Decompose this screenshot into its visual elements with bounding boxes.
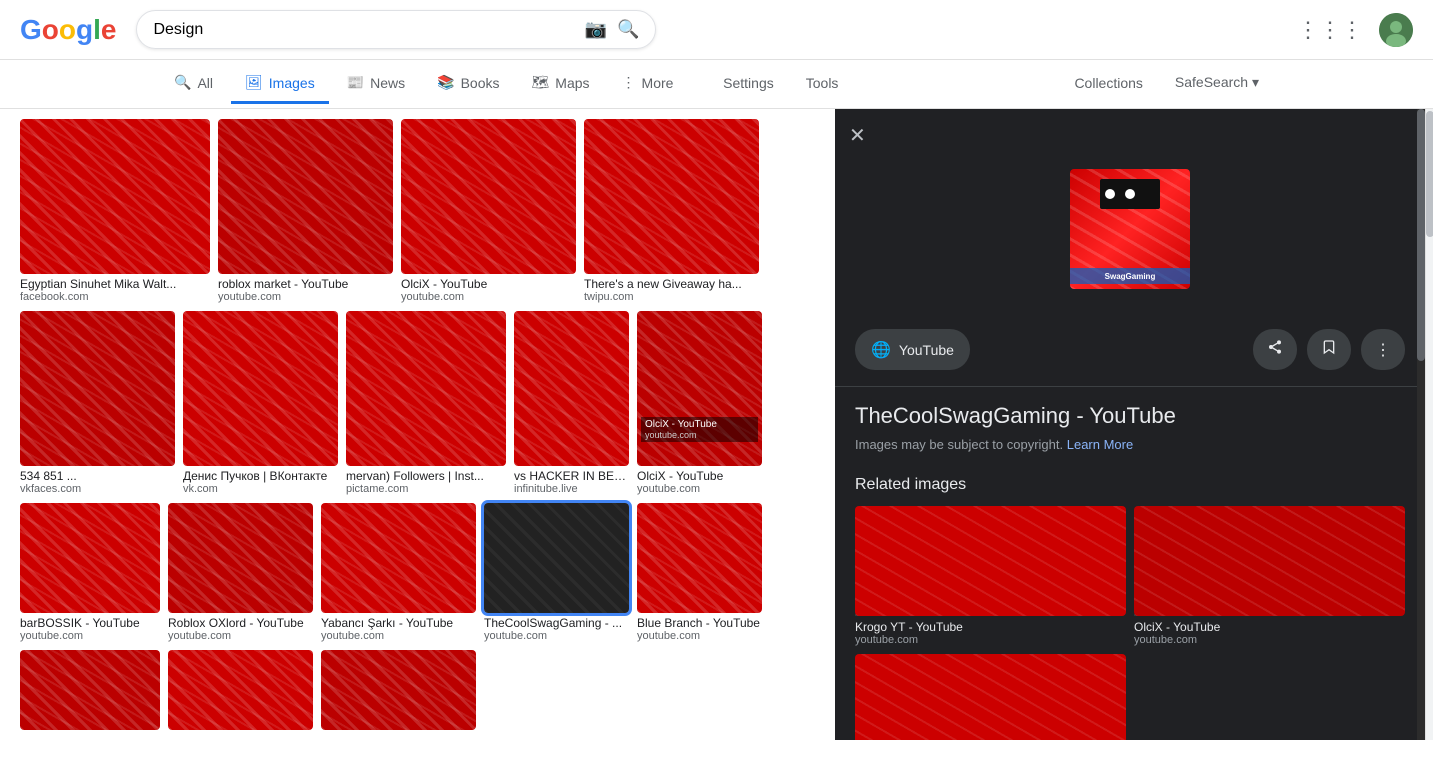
news-nav-icon: 📰: [347, 74, 364, 91]
logo-g2: g: [76, 14, 93, 45]
header-right: ⋮⋮⋮: [1297, 13, 1413, 47]
nav-bar: 🔍 All 🖼 Images 📰 News 📚 Books 🗺 Maps ⋮ M…: [0, 60, 1433, 109]
maps-nav-icon: 🗺: [532, 74, 550, 91]
grid-item[interactable]: vs HACKER IN BEE SW... infinitube.live: [514, 311, 629, 495]
more-nav-icon: ⋮: [622, 74, 636, 91]
related-source: youtube.com: [855, 634, 1126, 646]
search-icon[interactable]: 🔍: [617, 19, 639, 40]
related-item[interactable]: OlciX - YouTube youtube.com: [1134, 506, 1405, 646]
nav-item-all[interactable]: 🔍 All: [160, 64, 227, 104]
panel-actions: 🌐 YouTube ⋮: [835, 329, 1425, 387]
related-caption: Krogo YT - YouTube: [855, 620, 1126, 634]
grid-item[interactable]: Roblox OXlord - YouTube youtube.com: [168, 503, 313, 642]
nav-collections[interactable]: Collections: [1060, 64, 1156, 104]
logo-l: l: [93, 14, 101, 45]
grid-item[interactable]: [20, 650, 160, 730]
grid-item[interactable]: 534 851 ... vkfaces.com: [20, 311, 175, 495]
globe-icon: 🌐: [871, 340, 891, 360]
grid-item[interactable]: Egyptian Sinuhet Mika Walt... facebook.c…: [20, 119, 210, 303]
learn-more-link[interactable]: Learn More: [1067, 437, 1133, 452]
page-scrollbar[interactable]: [1425, 109, 1433, 740]
scrollbar-thumb[interactable]: [1417, 109, 1425, 361]
image-grid: Egyptian Sinuhet Mika Walt... facebook.c…: [0, 109, 835, 740]
related-grid: Krogo YT - YouTube youtube.com OlciX - Y…: [835, 506, 1425, 740]
nav-item-images[interactable]: 🖼 Images: [231, 64, 329, 104]
logo-o2: o: [59, 14, 76, 45]
grid-item[interactable]: [168, 650, 313, 730]
related-label: Related images: [835, 468, 1425, 506]
nav-item-news[interactable]: 📰 News: [333, 64, 419, 104]
related-image: [1134, 506, 1405, 616]
related-image: [855, 506, 1126, 616]
logo-g: G: [20, 14, 42, 45]
related-item[interactable]: Денис Пучков | ВКонтакте: [855, 654, 1126, 740]
books-nav-icon: 📚: [437, 74, 454, 91]
grid-item[interactable]: barBOSSIK - YouTube youtube.com: [20, 503, 160, 642]
nav-tools[interactable]: Tools: [792, 64, 853, 104]
related-caption: OlciX - YouTube: [1134, 620, 1405, 634]
google-logo[interactable]: Google: [20, 14, 116, 46]
panel-title: TheCoolSwagGaming - YouTube: [835, 387, 1425, 433]
nav-settings[interactable]: Settings: [709, 64, 788, 104]
main-content: Egyptian Sinuhet Mika Walt... facebook.c…: [0, 109, 1433, 740]
nav-item-books[interactable]: 📚 Books: [423, 64, 513, 104]
logo-e: e: [101, 14, 117, 45]
grid-item[interactable]: Yabancı Şarkı - YouTube youtube.com: [321, 503, 476, 642]
share-button[interactable]: [1253, 329, 1297, 370]
header: Google 📷 🔍 ⋮⋮⋮: [0, 0, 1433, 60]
logo-o1: o: [42, 14, 59, 45]
avatar[interactable]: [1379, 13, 1413, 47]
search-icons: 📷 🔍: [585, 19, 640, 40]
related-image: [855, 654, 1126, 740]
grid-row-3: barBOSSIK - YouTube youtube.com Roblox O…: [20, 503, 815, 642]
scrollbar-track: [1417, 109, 1425, 740]
save-button[interactable]: [1307, 329, 1351, 370]
close-button[interactable]: ✕: [849, 123, 866, 148]
search-nav-icon: 🔍: [174, 74, 191, 91]
nav-item-maps[interactable]: 🗺 Maps: [518, 64, 604, 104]
panel-main-image: SwagGaming: [1070, 169, 1190, 289]
right-panel: ✕ SwagGaming 🌐 YouTube: [835, 109, 1425, 740]
grid-item[interactable]: mervan) Followers | Inst... pictame.com: [346, 311, 506, 495]
source-button[interactable]: 🌐 YouTube: [855, 329, 970, 370]
grid-row-4: [20, 650, 815, 730]
related-item[interactable]: Krogo YT - YouTube youtube.com: [855, 506, 1126, 646]
image-nav-icon: 🖼: [245, 74, 263, 91]
nav-right: Settings Tools Collections SafeSearch ▾: [709, 64, 1273, 104]
nav-item-more[interactable]: ⋮ More: [608, 64, 688, 104]
grid-item-selected[interactable]: TheCoolSwagGaming - ... youtube.com: [484, 503, 629, 642]
page-scrollbar-thumb[interactable]: [1426, 111, 1433, 237]
camera-icon[interactable]: 📷: [585, 19, 607, 40]
grid-row-2: 534 851 ... vkfaces.com Денис Пучков | В…: [20, 311, 815, 495]
grid-item[interactable]: [321, 650, 476, 730]
grid-row-1: Egyptian Sinuhet Mika Walt... facebook.c…: [20, 119, 815, 303]
grid-item[interactable]: OlciX - YouTube youtube.com OlciX - YouT…: [637, 311, 762, 495]
source-label: YouTube: [899, 342, 954, 358]
search-bar: 📷 🔍: [136, 10, 656, 49]
grid-item[interactable]: OlciX - YouTube youtube.com: [401, 119, 576, 303]
panel-image-container: SwagGaming: [835, 109, 1425, 329]
grid-item[interactable]: Денис Пучков | ВКонтакте vk.com: [183, 311, 338, 495]
search-input[interactable]: [153, 21, 574, 39]
panel-copyright: Images may be subject to copyright. Lear…: [835, 433, 1425, 468]
apps-icon[interactable]: ⋮⋮⋮: [1297, 17, 1363, 43]
grid-item[interactable]: roblox market - YouTube youtube.com: [218, 119, 393, 303]
grid-item[interactable]: Blue Branch - YouTube youtube.com: [637, 503, 762, 642]
more-button[interactable]: ⋮: [1361, 329, 1405, 370]
grid-item[interactable]: There's a new Giveaway ha... twipu.com: [584, 119, 759, 303]
related-source: youtube.com: [1134, 634, 1405, 646]
nav-safesearch[interactable]: SafeSearch ▾: [1161, 64, 1273, 104]
